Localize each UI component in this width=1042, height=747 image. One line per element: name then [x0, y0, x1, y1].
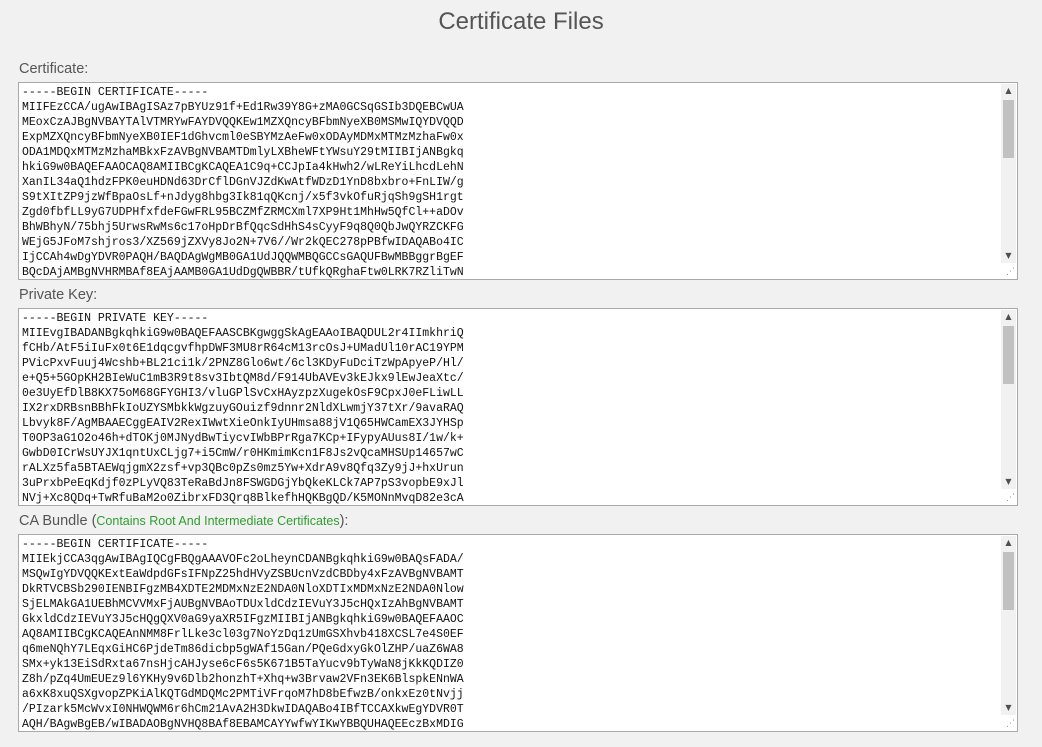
private-key-textarea[interactable]: -----BEGIN PRIVATE KEY----- MIIEvgIBADAN… [18, 308, 1018, 506]
ca-bundle-hint: Contains Root And Intermediate Certifica… [96, 514, 340, 528]
scroll-thumb[interactable] [1003, 100, 1014, 158]
certificate-text[interactable]: -----BEGIN CERTIFICATE----- MIIFEzCCA/ug… [19, 83, 1002, 279]
resize-grip-icon[interactable]: ⋰ [1003, 718, 1015, 730]
private-key-text[interactable]: -----BEGIN PRIVATE KEY----- MIIEvgIBADAN… [19, 309, 1002, 505]
certificate-textarea[interactable]: -----BEGIN CERTIFICATE----- MIIFEzCCA/ug… [18, 82, 1018, 280]
scroll-down-arrow-icon[interactable]: ▼ [1001, 701, 1016, 715]
private-key-scrollbar[interactable]: ▲ ▼ [1001, 310, 1016, 489]
scroll-up-arrow-icon[interactable]: ▲ [1001, 536, 1016, 550]
certificate-label: Certificate: [19, 61, 89, 77]
ca-bundle-text[interactable]: -----BEGIN CERTIFICATE----- MIIEkjCCA3qg… [19, 535, 1002, 731]
certificate-scrollbar[interactable]: ▲ ▼ [1001, 84, 1016, 263]
ca-bundle-label: CA Bundle (Contains Root And Intermediat… [19, 513, 348, 529]
scroll-down-arrow-icon[interactable]: ▼ [1001, 475, 1016, 489]
private-key-label: Private Key: [19, 287, 98, 303]
resize-grip-icon[interactable]: ⋰ [1003, 492, 1015, 504]
page-title: Certificate Files [438, 8, 604, 35]
scroll-thumb[interactable] [1003, 552, 1014, 610]
scroll-up-arrow-icon[interactable]: ▲ [1001, 310, 1016, 324]
ca-bundle-scrollbar[interactable]: ▲ ▼ [1001, 536, 1016, 715]
ca-bundle-textarea[interactable]: -----BEGIN CERTIFICATE----- MIIEkjCCA3qg… [18, 534, 1018, 732]
resize-grip-icon[interactable]: ⋰ [1003, 266, 1015, 278]
scroll-down-arrow-icon[interactable]: ▼ [1001, 249, 1016, 263]
scroll-thumb[interactable] [1003, 326, 1014, 384]
ca-bundle-paren-close: ): [339, 513, 349, 529]
scroll-up-arrow-icon[interactable]: ▲ [1001, 84, 1016, 98]
ca-bundle-label-text: CA Bundle [19, 513, 88, 529]
